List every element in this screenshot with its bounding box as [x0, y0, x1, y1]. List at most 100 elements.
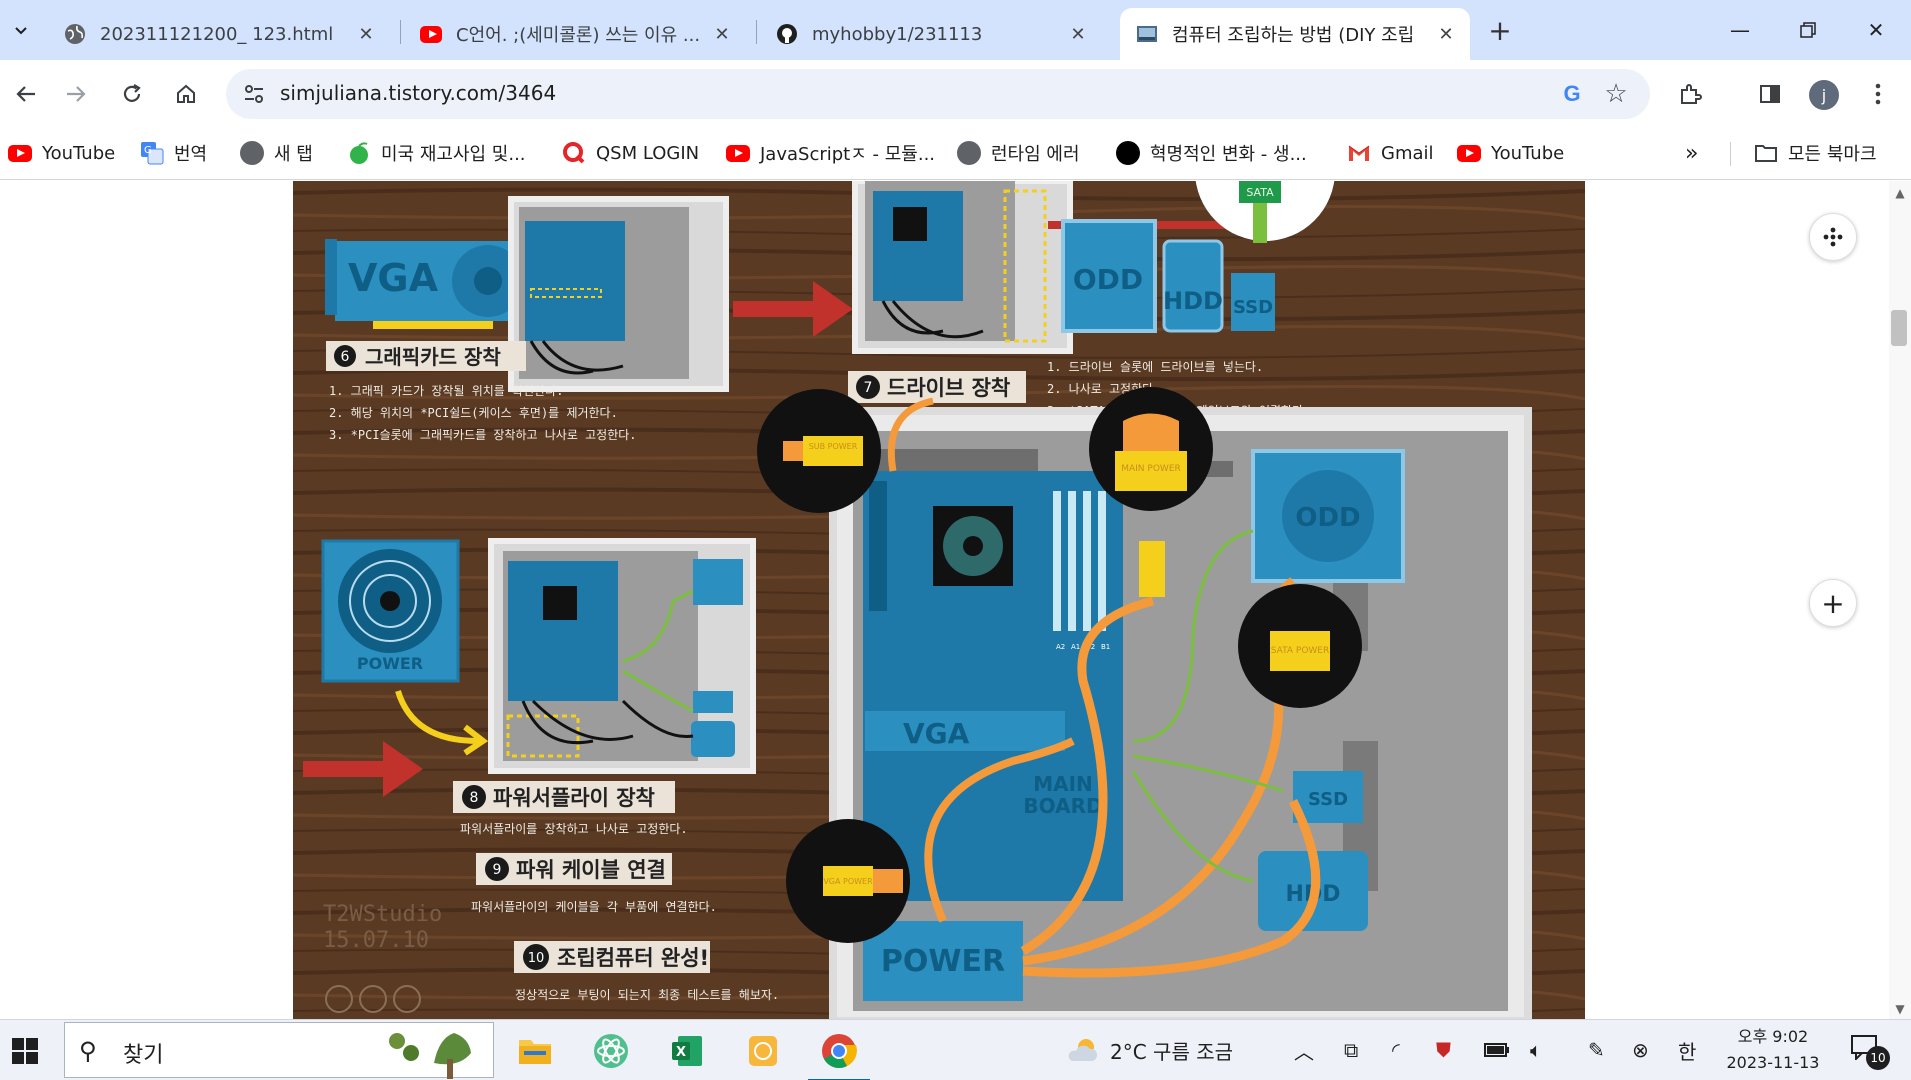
back-button[interactable] [6, 74, 46, 114]
assembly-infographic-image: VGA 6 그래픽카드 장착 1. 그래픽 카드가 장착될 위치를 확인한다. … [293, 181, 1585, 1019]
bookmark-revolution[interactable]: 혁명적인 변화 - 생... [1116, 136, 1307, 170]
blocked-tray-icon[interactable]: ⊗ [1632, 1034, 1649, 1066]
excel-icon: X [672, 1036, 702, 1066]
url-text[interactable]: simjuliana.tistory.com/3464 [280, 81, 556, 105]
bookmark-youtube[interactable]: YouTube [8, 136, 115, 170]
scroll-down-arrow[interactable]: ▼ [1893, 1002, 1907, 1016]
forward-button[interactable] [56, 74, 96, 114]
ime-label: 한 [1678, 1039, 1697, 1064]
svg-text:A1: A1 [1071, 643, 1080, 651]
all-bookmarks-button[interactable]: 모든 북마크 [1754, 136, 1877, 170]
file-explorer-app[interactable] [512, 1028, 558, 1074]
svg-text:BOARD: BOARD [1023, 794, 1102, 818]
volume-tray-icon[interactable]: 🔈︎ [1530, 1034, 1542, 1066]
extensions-button[interactable] [1670, 74, 1710, 114]
site-info-icon[interactable] [242, 82, 266, 106]
youtube-icon [420, 23, 442, 45]
reload-icon [123, 84, 141, 102]
close-icon[interactable]: ✕ [710, 22, 734, 46]
excel-app[interactable]: X [664, 1028, 710, 1074]
atom-icon [594, 1034, 628, 1068]
close-icon[interactable]: ✕ [1066, 22, 1090, 46]
step10-desc: 정상적으로 부팅이 되는지 최종 테스트를 해보자. [515, 988, 779, 1002]
blocked-icon: ⊗ [1632, 1038, 1649, 1062]
folder-icon [519, 1040, 551, 1064]
notification-center-button[interactable]: 10 [1850, 1034, 1890, 1070]
show-hidden-icons-button[interactable]: ︿ [1294, 1034, 1314, 1066]
chevron-down-icon [15, 27, 27, 35]
bookmarks-overflow-button[interactable]: » [1685, 136, 1698, 170]
bookmark-translate[interactable]: G 번역 [140, 136, 207, 170]
side-panel-button[interactable] [1750, 74, 1790, 114]
github-icon [777, 24, 797, 44]
youtube-icon [726, 141, 750, 165]
bookmark-youtube-2[interactable]: YouTube [1457, 136, 1564, 170]
new-tab-button[interactable]: + [1482, 12, 1518, 48]
reload-button[interactable] [112, 74, 152, 114]
bookmark-javascript[interactable]: JavaScriptㅈ - 모듈... [726, 136, 935, 170]
arrow-left-icon [16, 86, 35, 102]
atom-app[interactable] [588, 1028, 634, 1074]
window-close-button[interactable]: ✕ [1856, 12, 1896, 48]
network-tray-icon[interactable]: ◜ [1392, 1034, 1400, 1066]
bookmark-us-stock[interactable]: 미국 재고사입 및... [347, 136, 526, 170]
tab-2[interactable]: C언어. ;(세미콜론) 쓰는 이유 ... ✕ [404, 8, 746, 60]
step8-title: 파워서플라이 장착 [493, 786, 655, 810]
pen-tray-icon[interactable]: ✎ [1588, 1034, 1605, 1066]
svg-text:8: 8 [470, 790, 479, 806]
step9-desc: 파워서플라이의 케이블을 각 부품에 연결한다. [471, 900, 717, 914]
address-bar[interactable]: simjuliana.tistory.com/3464 G ☆ [226, 69, 1650, 119]
chrome-icon [822, 1034, 857, 1068]
home-button[interactable] [166, 74, 206, 114]
tab-1[interactable]: 202311121200_ 123.html ✕ [48, 8, 390, 60]
sub-power-callout: SUB POWER [757, 389, 881, 513]
globe-icon [65, 24, 85, 44]
vga-card-illustration: VGA [325, 239, 525, 329]
close-icon[interactable]: ✕ [1434, 22, 1458, 46]
expand-button[interactable]: + [1809, 579, 1857, 627]
bookmarks-bar: YouTube G 번역 새 탭 미국 재고사입 및... QSM LOGIN … [0, 128, 1911, 180]
bookmark-star-icon[interactable]: ☆ [1602, 80, 1630, 108]
clock[interactable]: 오후 9:02 2023-11-13 [1718, 1024, 1828, 1076]
svg-text:ODD: ODD [1295, 503, 1360, 533]
start-button[interactable] [12, 1038, 38, 1064]
globe-icon [240, 141, 264, 165]
ime-indicator[interactable]: 한 [1678, 1034, 1696, 1066]
menu-button[interactable] [1858, 74, 1898, 114]
browser-toolbar: simjuliana.tistory.com/3464 G ☆ j [0, 60, 1911, 128]
svg-text:HDD: HDD [1163, 287, 1223, 315]
camera-tray-icon[interactable]: ⧉ [1344, 1034, 1358, 1066]
chrome-app[interactable] [808, 1028, 870, 1080]
step9-title: 파워 케이블 연결 [516, 858, 666, 882]
bookmark-label: JavaScriptㅈ - 모듈... [760, 144, 936, 165]
share-button[interactable] [1809, 213, 1857, 261]
bookmark-qsm-login[interactable]: QSM LOGIN [562, 136, 699, 170]
tab-3[interactable]: myhobby1/231113 ✕ [760, 8, 1102, 60]
share-dots-icon [1823, 227, 1843, 247]
restore-icon [1800, 22, 1816, 38]
taskbar-search[interactable]: ⚲ 찾기 [64, 1022, 494, 1079]
security-tray-icon[interactable]: ⛊ [1436, 1034, 1451, 1066]
notes-app[interactable] [740, 1028, 786, 1074]
google-lens-icon[interactable]: G [1560, 82, 1584, 106]
weather-widget[interactable]: 2°C 구름 조금 [1066, 1034, 1233, 1066]
tab-4-active[interactable]: 컴퓨터 조립하는 방법 (DIY 조립 ✕ [1120, 8, 1470, 60]
bookmark-runtime-error[interactable]: 런타임 에러 [957, 136, 1080, 170]
close-icon[interactable]: ✕ [354, 22, 378, 46]
profile-avatar[interactable]: j [1809, 80, 1839, 110]
battery-tray-icon[interactable] [1484, 1034, 1510, 1066]
scrollbar-thumb[interactable] [1891, 310, 1907, 346]
battery-icon [1484, 1043, 1509, 1057]
chevron-up-icon: ︿ [1294, 1039, 1314, 1064]
bookmark-label: 혁명적인 변화 - 생... [1150, 144, 1307, 165]
bookmark-new-tab[interactable]: 새 탭 [240, 136, 313, 170]
svg-text:MAIN POWER: MAIN POWER [1121, 464, 1181, 474]
tab-search-button[interactable] [6, 12, 36, 48]
bookmark-gmail[interactable]: Gmail [1347, 136, 1434, 170]
bookmark-label: YouTube [42, 142, 116, 164]
tab-strip: 202311121200_ 123.html ✕ C언어. ;(세미콜론) 쓰는… [0, 0, 1911, 60]
scrollbar[interactable] [1889, 181, 1911, 1019]
restore-button[interactable] [1788, 12, 1828, 48]
scroll-up-arrow[interactable]: ▲ [1893, 186, 1907, 200]
minimize-button[interactable]: — [1720, 12, 1760, 48]
